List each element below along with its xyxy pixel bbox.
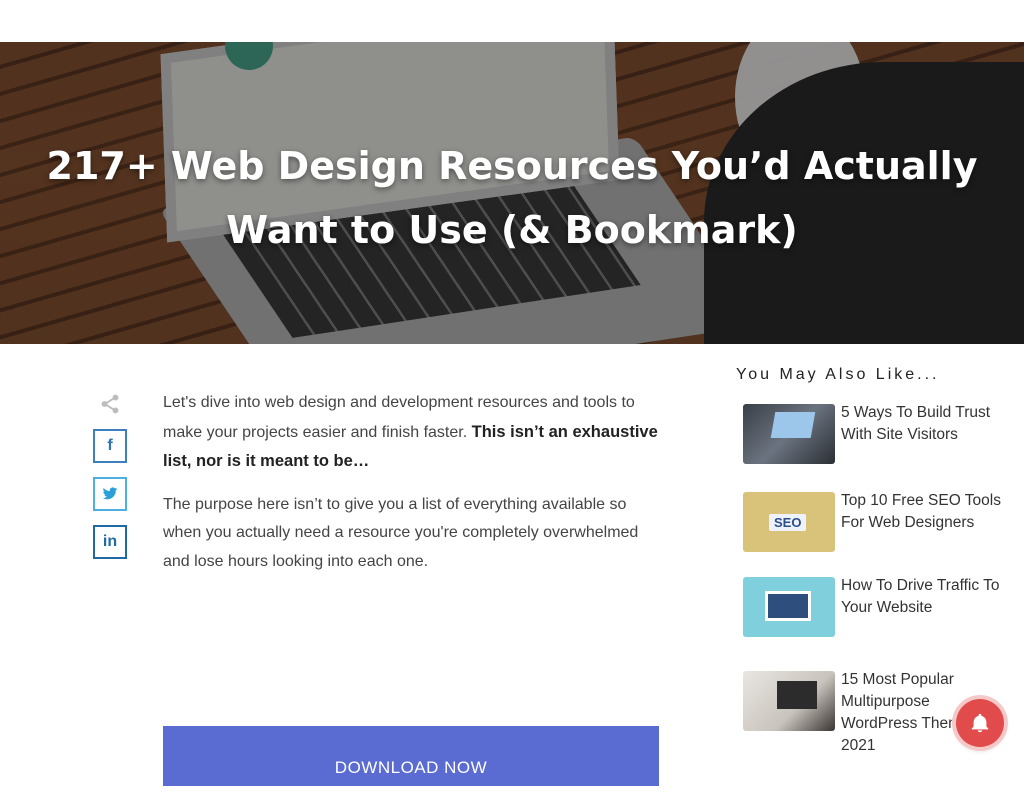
bell-icon <box>971 713 989 733</box>
linkedin-share-button[interactable]: in <box>93 525 127 559</box>
hero-banner: 217+ Web Design Resources You’d Actually… <box>0 42 1024 344</box>
facebook-share-button[interactable]: f <box>93 429 127 463</box>
sidebar-title: You May Also Like... <box>736 366 940 383</box>
share-icon <box>101 394 119 414</box>
related-post-thumbnail <box>743 492 835 552</box>
article-body: Let's dive into web design and developme… <box>163 389 659 590</box>
related-post-thumbnail <box>743 577 835 637</box>
related-post-thumbnail <box>743 671 835 731</box>
linkedin-icon: in <box>102 533 118 550</box>
purpose-paragraph: The purpose here isn’t to give you a lis… <box>163 495 639 570</box>
notification-bell-button[interactable] <box>956 699 1004 747</box>
top-bar <box>0 0 1024 42</box>
intro-paragraph: Let's dive into web design and developme… <box>163 389 659 477</box>
twitter-share-button[interactable] <box>93 477 127 511</box>
facebook-icon: f <box>107 437 113 454</box>
related-post-title: Top 10 Free SEO Tools For Web Designers <box>841 492 1001 531</box>
related-post-thumbnail <box>743 404 835 464</box>
related-post-title: 5 Ways To Build Trust With Site Visitors <box>841 404 991 443</box>
twitter-icon <box>102 487 118 500</box>
page-title: 217+ Web Design Resources You’d Actually… <box>46 144 978 252</box>
related-post-title: How To Drive Traffic To Your Website <box>841 577 1000 616</box>
download-now-button[interactable]: DOWNLOAD NOW <box>163 726 659 786</box>
